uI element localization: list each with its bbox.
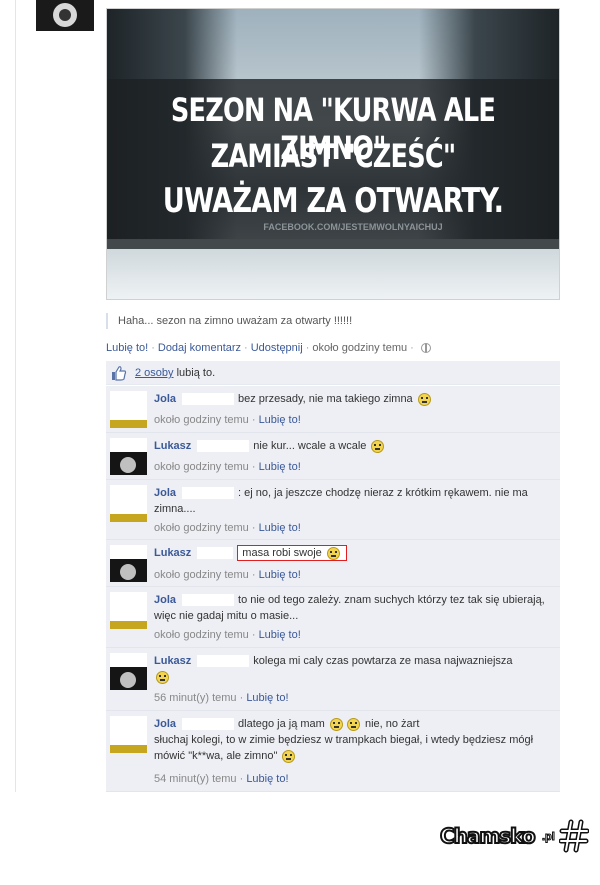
commenter-name[interactable]: Lukasz [154, 440, 191, 452]
smiley-icon [329, 717, 343, 731]
commenter-name[interactable]: Jola [154, 487, 176, 499]
add-comment-link[interactable]: Dodaj komentarz [158, 342, 241, 354]
site-logo: Chamsko .pl [439, 816, 590, 856]
comment-text-part-3: słuchaj kolegi, to w zimie będziesz w tr… [154, 734, 534, 762]
comment-time: około godziny temu [154, 522, 249, 534]
comment-like-link[interactable]: Lubię to! [246, 692, 288, 704]
smiley-icon [371, 439, 385, 453]
comment-like-link[interactable]: Lubię to! [259, 461, 301, 473]
smiley-icon [282, 749, 296, 763]
highlighted-comment: masa robi swoje [237, 545, 347, 561]
smiley-icon [417, 392, 431, 406]
logo-tld: .pl [542, 831, 556, 844]
comment-time: 56 minut(y) temu [154, 692, 237, 704]
commenter-name[interactable]: Jola [154, 718, 176, 730]
commenter-avatar[interactable] [110, 545, 147, 582]
likes-suffix: lubią to. [176, 367, 216, 379]
commenter-avatar[interactable] [110, 653, 147, 690]
comment: Lukasz masa robi swoje około godziny temu… [106, 540, 560, 587]
thumbs-up-icon [112, 366, 127, 381]
globe-icon[interactable] [420, 343, 431, 354]
commenter-avatar[interactable] [110, 438, 147, 475]
comment-like-link[interactable]: Lubię to! [259, 522, 301, 534]
smiley-icon [346, 717, 360, 731]
post-time: około godziny temu [312, 342, 408, 354]
post-caption: Haha... sezon na zimno uważam za otwarty… [106, 313, 352, 329]
post-actions: Lubię to! · Dodaj komentarz · Udostępnij · oko… [106, 340, 431, 356]
comment: Jola dlatego ja ją mam nie, no żart słucha… [106, 711, 560, 792]
comment: Lukasz kolega mi caly czas powtarza ze ma… [106, 648, 560, 711]
comment-text: bez przesady, nie ma takiego zimna [238, 393, 413, 405]
likes-count-link[interactable]: 2 osoby [135, 367, 174, 379]
smiley-icon [326, 546, 340, 560]
commenter-avatar[interactable] [110, 592, 147, 629]
commenter-name[interactable]: Jola [154, 594, 176, 606]
comment-like-link[interactable]: Lubię to! [259, 414, 301, 426]
comment-like-link[interactable]: Lubię to! [246, 773, 288, 785]
likes-bar: 2 osoby lubią to. [106, 361, 560, 385]
comment-like-link[interactable]: Lubię to! [259, 629, 301, 641]
comment-time: 54 minut(y) temu [154, 773, 237, 785]
commenter-name[interactable]: Lukasz [154, 655, 191, 667]
commenter-avatar[interactable] [110, 716, 147, 753]
post-photo[interactable]: SEZON NA "KURWA ALE ZIMNO" ZAMIAST "CZEŚ… [106, 8, 560, 300]
like-link[interactable]: Lubię to! [106, 342, 148, 354]
comment-text: nie kur... wcale a wcale [253, 440, 367, 452]
comment: Jola to nie od tego zależy. znam suchych … [106, 587, 560, 648]
photo-watermark: FACEBOOK.COM/JESTEMWOLNYAICHUJ [263, 222, 443, 232]
comment: Lukasz nie kur... wcale a wcale około god… [106, 433, 560, 480]
commenter-name[interactable]: Lukasz [154, 547, 191, 559]
comment-text-part-2: nie, no żart [364, 718, 420, 730]
commenter-name[interactable]: Jola [154, 393, 176, 405]
comment-time: około godziny temu [154, 461, 249, 473]
comment-like-link[interactable]: Lubię to! [259, 569, 301, 581]
comment: Jola: ej no, ja jeszcze chodzę nieraz z … [106, 480, 560, 540]
commenter-avatar[interactable] [110, 391, 147, 428]
comment-time: około godziny temu [154, 569, 249, 581]
author-avatar[interactable] [36, 0, 94, 31]
comment-text: masa robi swoje [242, 547, 322, 559]
share-link[interactable]: Udostępnij [251, 342, 303, 354]
smiley-icon [156, 670, 169, 684]
commenter-avatar[interactable] [110, 485, 147, 522]
photo-text-line-3: UWAŻAM ZA OTWARTY. [162, 181, 504, 221]
comment-text-part-1: dlatego ja ją mam [238, 718, 325, 730]
comment-text: kolega mi caly czas powtarza ze masa naj… [253, 655, 513, 667]
logo-text: Chamsko [439, 823, 537, 849]
timeline-divider [15, 0, 16, 792]
comment-time: około godziny temu [154, 629, 249, 641]
photo-text-line-2: ZAMIAST "CZEŚĆ" [210, 137, 457, 175]
comment-time: około godziny temu [154, 414, 249, 426]
comment: Jola bez przesady, nie ma takiego zimna o… [106, 386, 560, 433]
hash-logo-icon [559, 819, 589, 853]
